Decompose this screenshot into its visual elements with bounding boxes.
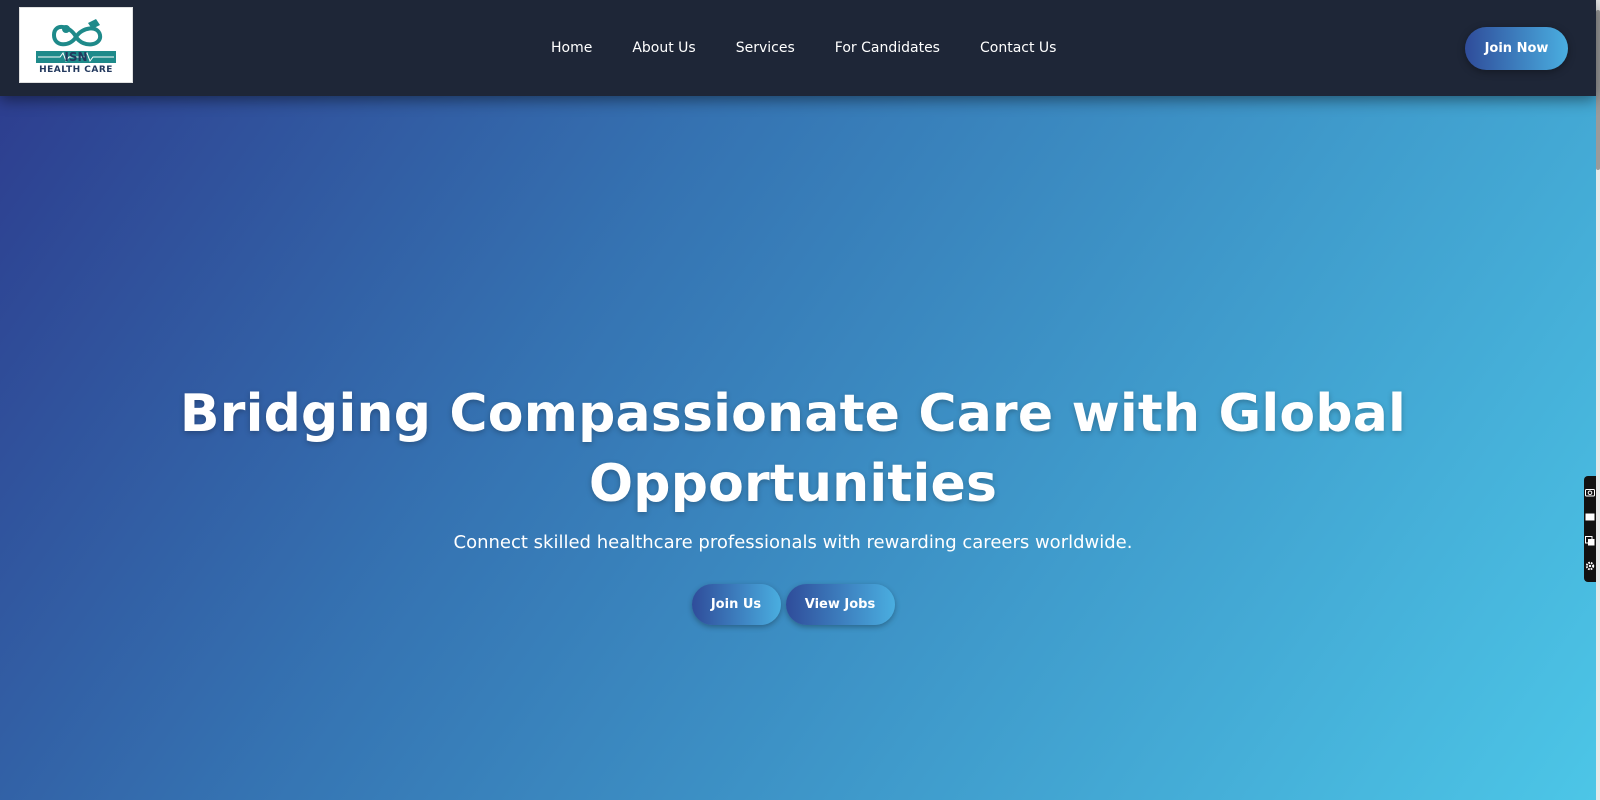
camera-icon[interactable] xyxy=(1585,485,1595,499)
nav-about-us[interactable]: About Us xyxy=(632,40,695,56)
site-header: ISN HEALTH CARE Home About Us Services F… xyxy=(0,0,1596,96)
nav-for-candidates[interactable]: For Candidates xyxy=(835,40,940,56)
view-jobs-button[interactable]: View Jobs xyxy=(785,584,895,625)
hero-title: Bridging Compassionate Care with Global … xyxy=(179,384,1407,514)
site-logo[interactable]: ISN HEALTH CARE xyxy=(19,7,133,83)
side-toolbar xyxy=(1584,476,1596,582)
copy-icon[interactable] xyxy=(1585,534,1595,548)
nav-home[interactable]: Home xyxy=(551,40,592,56)
logo-text: HEALTH CARE xyxy=(39,65,113,75)
logo-graphic: ISN xyxy=(36,19,116,64)
gear-icon[interactable] xyxy=(1585,559,1595,573)
hero-subtitle: Connect skilled healthcare professionals… xyxy=(453,532,1133,553)
hero-section: Bridging Compassionate Care with Global … xyxy=(0,96,1596,800)
main-nav: Home About Us Services For Candidates Co… xyxy=(551,0,1056,96)
logo-abbr: ISN xyxy=(64,50,87,64)
hero-buttons: Join Us View Jobs xyxy=(0,584,1586,625)
join-now-button[interactable]: Join Now xyxy=(1465,27,1568,70)
rectangle-icon[interactable] xyxy=(1585,510,1595,524)
join-us-button[interactable]: Join Us xyxy=(691,584,781,625)
page-scrollbar[interactable] xyxy=(1596,0,1600,800)
nav-services[interactable]: Services xyxy=(736,40,795,56)
nav-contact-us[interactable]: Contact Us xyxy=(980,40,1056,56)
scrollbar-thumb[interactable] xyxy=(1596,10,1600,170)
